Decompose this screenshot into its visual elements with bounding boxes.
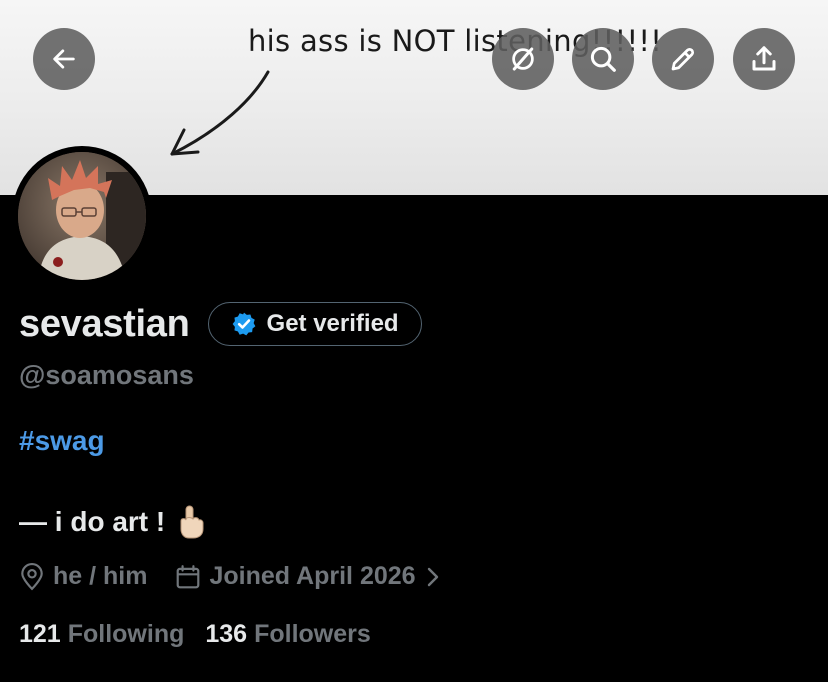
- avatar[interactable]: [18, 152, 146, 280]
- following-label: Following: [67, 620, 185, 648]
- grok-button[interactable]: [492, 28, 554, 90]
- pointing-up-emoji-icon: [177, 505, 205, 539]
- follow-stats-row: 121 Following 136 Followers: [19, 620, 371, 649]
- bio-text: — i do art !: [19, 506, 166, 537]
- pronouns-text: he / him: [53, 562, 148, 590]
- joined-item[interactable]: Joined April 2026: [175, 562, 447, 591]
- bio-hashtag-link[interactable]: #swag: [19, 425, 105, 457]
- avatar-illustration: [18, 152, 146, 280]
- verified-badge-icon: [231, 311, 257, 337]
- profile-name-row: sevastian Get verified: [19, 302, 422, 346]
- edit-button[interactable]: [652, 28, 714, 90]
- calendar-icon: [177, 564, 200, 588]
- followers-link[interactable]: 136 Followers: [205, 620, 370, 649]
- share-button[interactable]: [733, 28, 795, 90]
- get-verified-button[interactable]: Get verified: [207, 302, 422, 346]
- search-icon: [590, 46, 616, 72]
- share-icon: [752, 46, 776, 71]
- display-name: sevastian: [19, 302, 190, 345]
- profile-handle: @soamosans: [19, 360, 194, 390]
- grok-icon: [512, 47, 534, 71]
- get-verified-label: Get verified: [266, 310, 399, 337]
- pronouns-item: he / him: [19, 562, 147, 591]
- followers-count: 136: [205, 620, 248, 648]
- location-pin-icon: [21, 562, 43, 590]
- search-button[interactable]: [572, 28, 634, 90]
- joined-text: Joined April 2026: [209, 562, 416, 590]
- back-button[interactable]: [33, 28, 95, 90]
- banner-arrow-drawing: [170, 70, 270, 156]
- following-link[interactable]: 121 Following: [19, 620, 184, 649]
- following-count: 121: [19, 620, 61, 648]
- profile-meta-row: he / him Joined April 2026: [19, 562, 448, 591]
- chevron-right-icon: [427, 567, 438, 586]
- pencil-icon: [671, 47, 695, 71]
- arrow-left-icon: [53, 49, 75, 69]
- followers-label: Followers: [254, 620, 371, 648]
- bio-text-row: — i do art !: [19, 505, 205, 539]
